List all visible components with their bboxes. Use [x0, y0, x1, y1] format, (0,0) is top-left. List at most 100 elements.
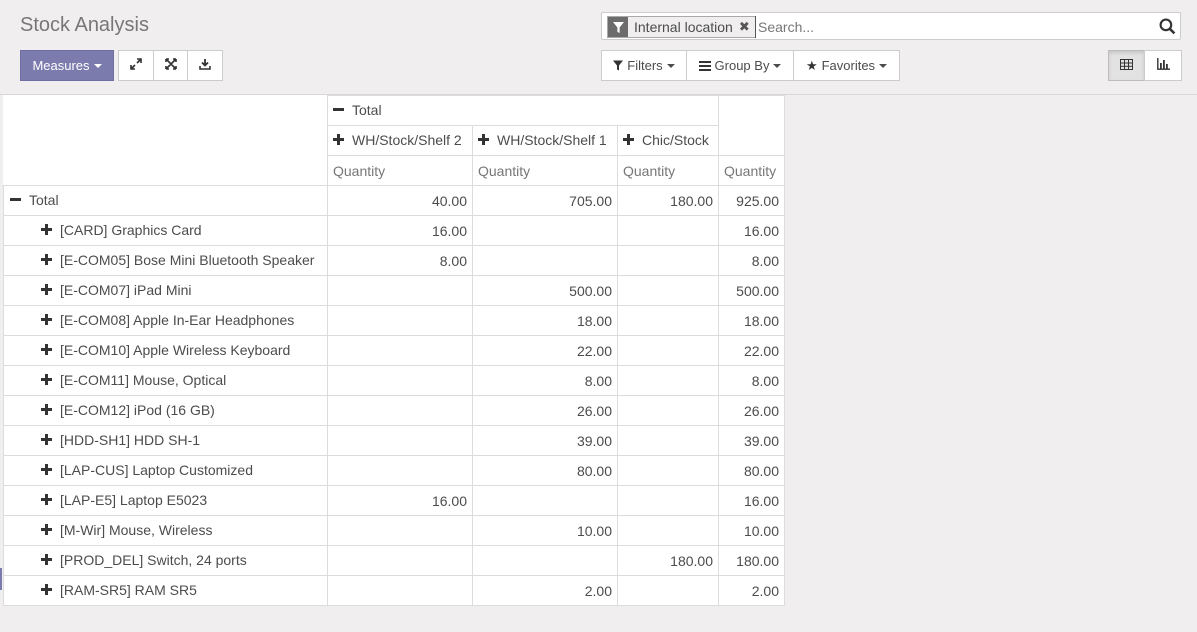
total-cell: 705.00 — [472, 185, 618, 216]
row-total-cell[interactable]: 2.00 — [718, 575, 785, 606]
col-header-label: WH/Stock/Shelf 1 — [497, 131, 607, 148]
value-cell[interactable]: 8.00 — [327, 245, 473, 276]
value-cell[interactable] — [472, 245, 618, 276]
row-header-total[interactable]: Total — [3, 185, 328, 216]
row-header[interactable]: [CARD] Graphics Card — [3, 215, 328, 246]
value-cell[interactable] — [472, 485, 618, 516]
value-cell[interactable] — [327, 545, 473, 576]
row-header[interactable]: [LAP-CUS] Laptop Customized — [3, 455, 328, 486]
measure-header[interactable]: Quantity — [718, 155, 785, 186]
value-cell[interactable]: 22.00 — [472, 335, 618, 366]
col-header-shelf-2[interactable]: WH/Stock/Shelf 2 — [327, 125, 473, 156]
row-header[interactable]: [E-COM11] Mouse, Optical — [3, 365, 328, 396]
row-header[interactable]: [E-COM05] Bose Mini Bluetooth Speaker — [3, 245, 328, 276]
row-total-cell[interactable]: 500.00 — [718, 275, 785, 306]
value-cell[interactable]: 8.00 — [472, 365, 618, 396]
row-header[interactable]: [M-Wir] Mouse, Wireless — [3, 515, 328, 546]
row-header[interactable]: [E-COM08] Apple In-Ear Headphones — [3, 305, 328, 336]
value-cell[interactable]: 16.00 — [327, 215, 473, 246]
row-total-cell[interactable]: 16.00 — [718, 215, 785, 246]
plus-icon — [333, 132, 345, 148]
row-total-cell[interactable]: 39.00 — [718, 425, 785, 456]
value-cell[interactable] — [617, 215, 719, 246]
col-header-chic-stock[interactable]: Chic/Stock — [617, 125, 719, 156]
row-total-cell[interactable]: 22.00 — [718, 335, 785, 366]
minus-icon — [333, 102, 345, 118]
search-icon[interactable] — [1159, 18, 1176, 38]
download-button[interactable] — [187, 50, 223, 81]
measure-header[interactable]: Quantity — [617, 155, 719, 186]
plus-icon — [41, 402, 53, 418]
flip-axis-button[interactable] — [118, 50, 154, 81]
row-total-cell[interactable]: 8.00 — [718, 365, 785, 396]
row-header[interactable]: [LAP-E5] Laptop E5023 — [3, 485, 328, 516]
value-cell[interactable]: 18.00 — [472, 305, 618, 336]
value-cell[interactable] — [617, 335, 719, 366]
value-cell[interactable] — [327, 455, 473, 486]
value-cell[interactable]: 39.00 — [472, 425, 618, 456]
value-cell[interactable] — [617, 485, 719, 516]
favorites-button[interactable]: ★ Favorites — [793, 50, 900, 81]
col-header-total[interactable]: Total — [327, 95, 719, 126]
value-cell[interactable] — [327, 275, 473, 306]
control-panel: Stock Analysis Internal location ✖ Measu… — [0, 0, 1197, 95]
filters-button[interactable]: Filters — [601, 50, 687, 81]
row-header[interactable]: [HDD-SH1] HDD SH-1 — [3, 425, 328, 456]
value-cell[interactable]: 80.00 — [472, 455, 618, 486]
value-cell[interactable] — [327, 335, 473, 366]
value-cell[interactable] — [617, 425, 719, 456]
value-cell[interactable]: 26.00 — [472, 395, 618, 426]
search-facet[interactable]: Internal location ✖ — [607, 16, 756, 38]
row-header[interactable]: [E-COM10] Apple Wireless Keyboard — [3, 335, 328, 366]
chevron-down-icon — [773, 63, 782, 68]
measure-header[interactable]: Quantity — [472, 155, 618, 186]
groupby-button[interactable]: Group By — [686, 50, 794, 81]
value-cell[interactable] — [472, 215, 618, 246]
row-total-cell[interactable]: 8.00 — [718, 245, 785, 276]
row-total-cell[interactable]: 80.00 — [718, 455, 785, 486]
row-header[interactable]: [PROD_DEL] Switch, 24 ports — [3, 545, 328, 576]
graph-view-button[interactable] — [1144, 50, 1182, 81]
value-cell[interactable] — [617, 305, 719, 336]
value-cell[interactable] — [617, 245, 719, 276]
value-cell[interactable] — [327, 365, 473, 396]
bars-icon — [698, 60, 711, 71]
measure-header[interactable]: Quantity — [327, 155, 473, 186]
value-cell[interactable] — [617, 515, 719, 546]
row-total-cell[interactable]: 16.00 — [718, 485, 785, 516]
row-total-cell[interactable]: 10.00 — [718, 515, 785, 546]
value-cell[interactable] — [617, 275, 719, 306]
expand-all-button[interactable] — [153, 50, 188, 81]
row-header[interactable]: [E-COM07] iPad Mini — [3, 275, 328, 306]
value-cell[interactable] — [327, 395, 473, 426]
search-box[interactable]: Internal location ✖ — [601, 12, 1181, 40]
measures-button[interactable]: Measures — [20, 50, 114, 81]
value-cell[interactable] — [327, 425, 473, 456]
value-cell[interactable] — [327, 305, 473, 336]
table-row: [E-COM11] Mouse, Optical 8.00 8.00 — [3, 365, 785, 396]
value-cell[interactable]: 2.00 — [472, 575, 618, 606]
row-header[interactable]: [RAM-SR5] RAM SR5 — [3, 575, 328, 606]
value-cell[interactable] — [617, 395, 719, 426]
value-cell[interactable] — [617, 455, 719, 486]
value-cell[interactable] — [617, 575, 719, 606]
row-total-cell[interactable]: 180.00 — [718, 545, 785, 576]
search-input[interactable] — [755, 16, 1150, 38]
value-cell[interactable] — [327, 575, 473, 606]
row-total-cell[interactable]: 26.00 — [718, 395, 785, 426]
pivot-view-button[interactable] — [1108, 50, 1145, 81]
row-header[interactable]: [E-COM12] iPod (16 GB) — [3, 395, 328, 426]
value-cell[interactable] — [327, 515, 473, 546]
value-cell[interactable]: 10.00 — [472, 515, 618, 546]
col-header-shelf-1[interactable]: WH/Stock/Shelf 1 — [472, 125, 618, 156]
value-cell[interactable]: 180.00 — [617, 545, 719, 576]
value-cell[interactable] — [472, 545, 618, 576]
row-header-label: [E-COM10] Apple Wireless Keyboard — [60, 341, 291, 358]
facet-remove-icon[interactable]: ✖ — [739, 19, 755, 35]
value-cell[interactable]: 500.00 — [472, 275, 618, 306]
col-header-grand-total — [718, 95, 785, 156]
row-total-cell[interactable]: 18.00 — [718, 305, 785, 336]
value-cell[interactable]: 16.00 — [327, 485, 473, 516]
col-header-total-label: Total — [352, 101, 382, 118]
value-cell[interactable] — [617, 365, 719, 396]
